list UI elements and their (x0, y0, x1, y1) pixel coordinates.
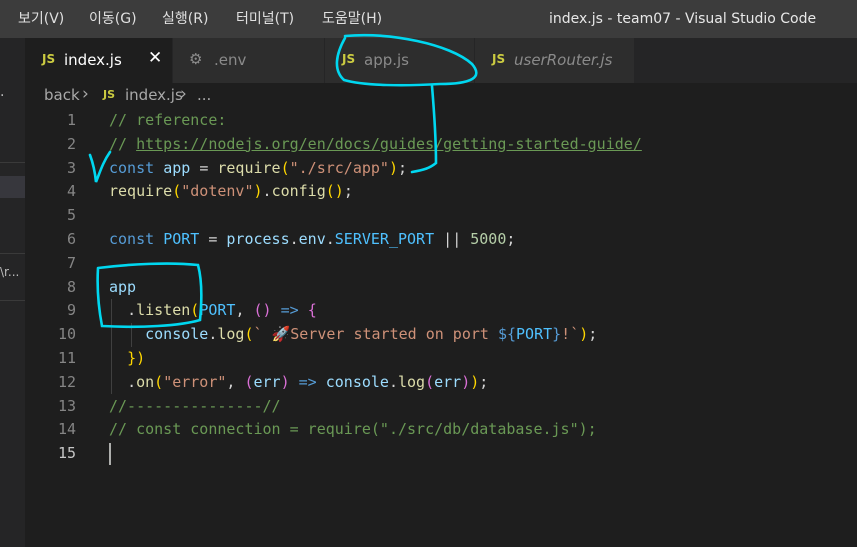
line-number: 10 (57, 325, 76, 344)
code-editor[interactable]: 1 2 3 4 5 6 7 8 9 10 11 12 13 14 15 // r… (25, 109, 857, 547)
tab-env[interactable]: ⚙ .env (173, 38, 325, 83)
line-number: 4 (66, 182, 76, 201)
code-line[interactable]: require("dotenv").config(); (109, 180, 353, 204)
tab-index-js[interactable]: JS index.js ✕ (25, 38, 173, 83)
javascript-file-icon: JS (492, 52, 506, 66)
line-number-current: 15 (57, 444, 76, 463)
javascript-file-icon: JS (42, 52, 56, 66)
tab-bar: JS index.js ✕ ⚙ .env JS app.js JS userRo… (25, 38, 857, 83)
line-number: 6 (66, 230, 76, 248)
close-icon[interactable]: ✕ (148, 48, 162, 68)
sidebar-selected-item[interactable] (0, 176, 25, 198)
line-number: 5 (66, 206, 76, 225)
line-number: 13 (57, 396, 76, 415)
line-number: 3 (66, 158, 76, 177)
title-bar: 보기(V) 이동(G) 실행(R) 터미널(T) 도움말(H) index.js… (0, 0, 857, 38)
tab-label: index.js (64, 51, 122, 69)
line-number: 14 (57, 420, 76, 439)
chevron-right-icon: › (82, 84, 89, 104)
breadcrumb: back › JS index.js › ... (25, 83, 857, 109)
code-line[interactable]: .on("error", (err) => console.log(err)); (109, 371, 488, 395)
gear-icon: ⚙ (189, 50, 203, 68)
text-cursor (109, 443, 111, 465)
sidebar-divider (0, 162, 25, 163)
breadcrumb-folder[interactable]: back (44, 86, 80, 104)
chevron-right-icon: › (180, 84, 187, 104)
menu-go[interactable]: 이동(G) (89, 0, 137, 38)
explorer-sidebar: · \r... (0, 38, 25, 547)
tab-label: .env (214, 51, 247, 69)
line-number: 12 (57, 372, 76, 391)
sidebar-divider (0, 253, 25, 254)
line-number: 9 (66, 301, 76, 320)
tab-label: app.js (364, 51, 409, 69)
line-number: 7 (66, 253, 76, 272)
tab-user-router-js[interactable]: JS userRouter.js (475, 38, 635, 83)
breadcrumb-more[interactable]: ... (197, 86, 211, 104)
code-line[interactable]: console.log(` 🚀Server started on port ${… (109, 323, 597, 347)
code-line[interactable]: // reference: (109, 109, 226, 133)
line-number: 2 (66, 134, 76, 153)
sidebar-divider (0, 300, 25, 301)
javascript-file-icon: JS (342, 52, 356, 66)
code-line[interactable]: }) (109, 347, 145, 371)
javascript-file-icon: JS (103, 88, 116, 101)
line-number: 11 (57, 349, 76, 367)
code-line[interactable]: // https://nodejs.org/en/docs/guides/get… (109, 133, 642, 157)
menu-view[interactable]: 보기(V) (18, 0, 64, 38)
sidebar-dot: · (0, 88, 5, 104)
code-line[interactable]: // const connection = require("./src/db/… (109, 418, 597, 442)
tab-label: userRouter.js (514, 51, 613, 69)
tab-app-js[interactable]: JS app.js (325, 38, 475, 83)
window-title: index.js - team07 - Visual Studio Code (549, 11, 817, 27)
line-number: 8 (66, 277, 76, 296)
sidebar-item-fragment[interactable]: \r... (0, 265, 25, 279)
code-line[interactable]: const app = require("./src/app"); (109, 157, 407, 181)
code-line[interactable]: app (109, 276, 136, 300)
breadcrumb-file[interactable]: index.js (125, 86, 183, 104)
line-number: 1 (66, 111, 76, 129)
menu-terminal[interactable]: 터미널(T) (236, 0, 294, 38)
code-line[interactable]: .listen(PORT, () => { (109, 299, 317, 323)
menu-help[interactable]: 도움말(H) (322, 0, 382, 38)
code-line[interactable]: //---------------// (109, 395, 281, 419)
code-line[interactable]: const PORT = process.env.SERVER_PORT || … (109, 228, 515, 252)
menu-run[interactable]: 실행(R) (162, 0, 208, 38)
